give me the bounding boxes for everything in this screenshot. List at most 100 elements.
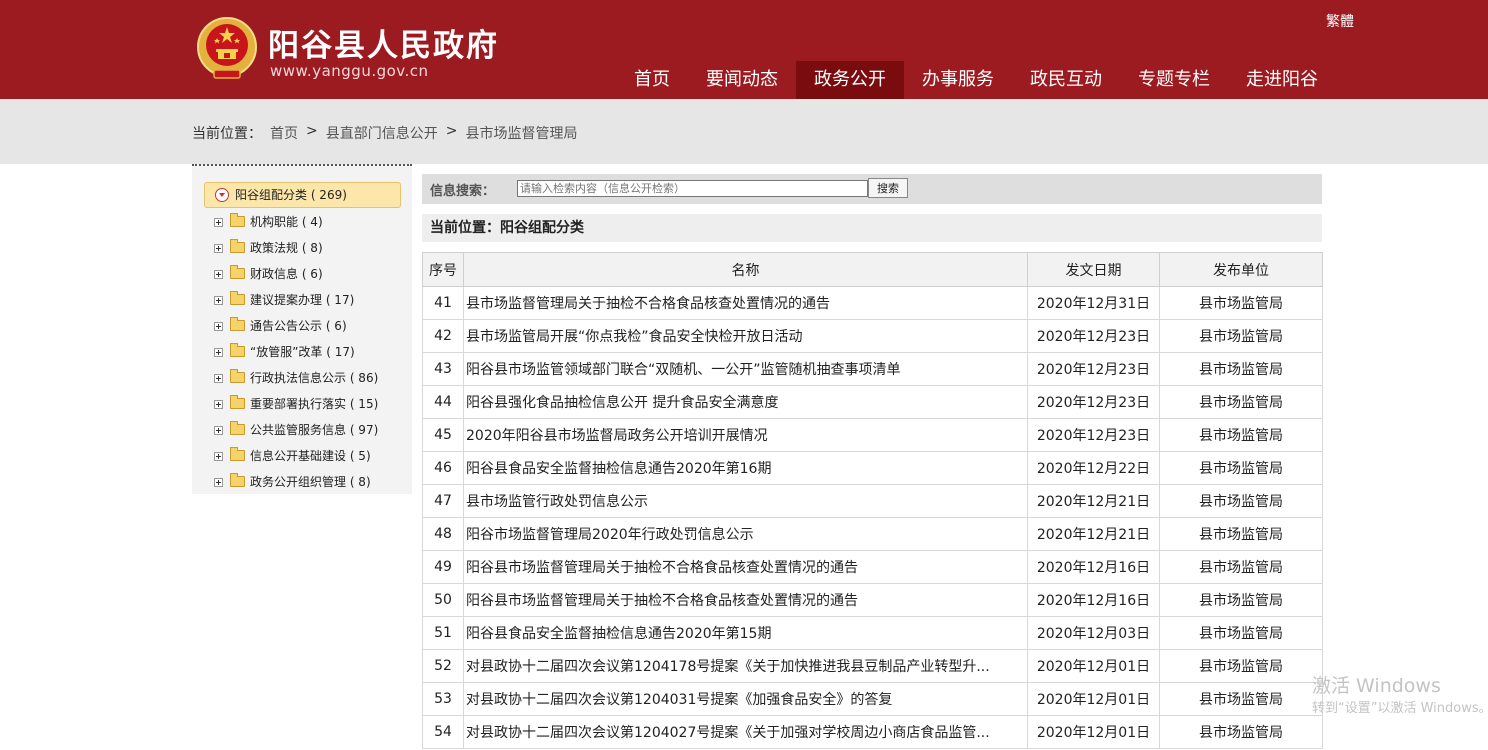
expand-plus-icon[interactable] — [214, 348, 223, 357]
nav-item-4[interactable]: 政民互动 — [1012, 61, 1120, 99]
row-unit: 县市场监管局 — [1199, 329, 1283, 345]
row-title-link[interactable]: 对县政协十二届四次会议第1204027号提案《关于加强对学校周边小商店食品监管.… — [466, 725, 990, 741]
breadcrumb: 当前位置： 首页 > 县直部门信息公开 > 县市场监督管理局 — [192, 123, 577, 143]
row-title-link[interactable]: 2020年阳谷县市场监督局政务公开培训开展情况 — [466, 428, 768, 444]
table-row: 42 县市场监管局开展“你点我检”食品安全快检开放日活动 2020年12月23日 县市… — [422, 319, 1323, 353]
collapse-arrow-icon[interactable] — [215, 188, 229, 202]
breadcrumb-current[interactable]: 县市场监督管理局 — [465, 123, 577, 143]
tree-item[interactable]: 信息公开基础建设 ( 5) — [212, 443, 378, 469]
tree-item[interactable]: 政策法规 ( 8) — [212, 235, 378, 261]
table-cell: 县市场监管局 — [1159, 385, 1323, 419]
tree-item[interactable]: 财政信息 ( 6) — [212, 261, 378, 287]
nav-item-6[interactable]: 走进阳谷 — [1228, 61, 1336, 99]
tree-item[interactable]: 机构职能 ( 4) — [212, 209, 378, 235]
breadcrumb-separator: > — [306, 123, 318, 139]
table-cell: 2020年12月22日 — [1027, 451, 1160, 485]
expand-plus-icon[interactable] — [214, 478, 223, 487]
tree-item[interactable]: 行政执法信息公示 ( 86) — [212, 365, 378, 391]
row-unit: 县市场监管局 — [1199, 428, 1283, 444]
row-title-link[interactable]: 县市场监督管理局关于抽检不合格食品核查处置情况的通告 — [466, 296, 830, 312]
nav-item-1[interactable]: 要闻动态 — [688, 61, 796, 99]
tree-item[interactable]: “放管服”改革 ( 17) — [212, 339, 378, 365]
table-cell: 54 — [422, 715, 464, 749]
expand-plus-icon[interactable] — [214, 296, 223, 305]
tree-item[interactable]: 政务公开组织管理 ( 8) — [212, 469, 378, 495]
row-index: 46 — [434, 460, 452, 476]
nav-item-0[interactable]: 首页 — [616, 61, 688, 99]
folder-icon — [230, 447, 245, 461]
tree-item[interactable]: 建议提案办理 ( 17) — [212, 287, 378, 313]
site-header: 阳谷县人民政府 www.yanggu.gov.cn 繁體 首页 要闻动态 政务公开办… — [0, 0, 1488, 99]
table-cell: 县市场监管局 — [1159, 616, 1323, 650]
tree-item-label: “放管服”改革 ( 17) — [250, 345, 355, 359]
row-title-link[interactable]: 阳谷县市场监督管理局关于抽检不合格食品核查处置情况的通告 — [466, 593, 858, 609]
row-title-link[interactable]: 阳谷县市场监管领域部门联合“双随机、一公开”监管随机抽查事项清单 — [466, 362, 901, 378]
expand-plus-icon[interactable] — [214, 452, 223, 461]
expand-plus-icon[interactable] — [214, 426, 223, 435]
row-date: 2020年12月21日 — [1036, 527, 1151, 543]
row-title-link[interactable]: 阳谷县市场监督管理局关于抽检不合格食品核查处置情况的通告 — [466, 560, 858, 576]
search-button[interactable]: 搜索 — [868, 178, 908, 198]
row-date: 2020年12月01日 — [1036, 725, 1151, 741]
search-input[interactable] — [517, 180, 868, 197]
row-date: 2020年12月31日 — [1036, 296, 1151, 312]
row-date: 2020年12月23日 — [1036, 329, 1151, 345]
windows-activation-hint: 转到“设置”以激活 Windows。 — [1312, 701, 1488, 716]
tree-item-label: 行政执法信息公示 ( 86) — [250, 371, 379, 385]
folder-icon — [230, 421, 245, 435]
breadcrumb-dept-info[interactable]: 县直部门信息公开 — [326, 123, 438, 143]
tree-root-item[interactable]: 阳谷组配分类 ( 269) — [204, 182, 401, 208]
row-unit: 县市场监管局 — [1199, 593, 1283, 609]
row-title-link[interactable]: 对县政协十二届四次会议第1204178号提案《关于加快推进我县豆制品产业转型升.… — [466, 659, 990, 675]
breadcrumb-home[interactable]: 首页 — [270, 123, 298, 143]
row-title-link[interactable]: 阳谷县食品安全监督抽检信息通告2020年第15期 — [466, 626, 771, 642]
table-cell: 2020年12月16日 — [1027, 550, 1160, 584]
table-cell: 41 — [422, 286, 464, 320]
row-index: 53 — [434, 691, 452, 707]
table-cell: 县市场监管局 — [1159, 451, 1323, 485]
row-date: 2020年12月23日 — [1036, 395, 1151, 411]
table-cell: 44 — [422, 385, 464, 419]
table-row: 43 阳谷县市场监管领域部门联合“双随机、一公开”监管随机抽查事项清单 2020年1… — [422, 352, 1323, 386]
row-title-link[interactable]: 阳谷县食品安全监督抽检信息通告2020年第16期 — [466, 461, 771, 477]
tree-item[interactable]: 公共监管服务信息 ( 97) — [212, 417, 378, 443]
expand-plus-icon[interactable] — [214, 322, 223, 331]
table-cell: 45 — [422, 418, 464, 452]
tree-item-label: 通告公告公示 ( 6) — [250, 319, 347, 333]
expand-plus-icon[interactable] — [214, 244, 223, 253]
nav-item-3[interactable]: 办事服务 — [904, 61, 1012, 99]
nav-item-5[interactable]: 专题专栏 — [1120, 61, 1228, 99]
breadcrumb-separator: > — [445, 123, 458, 139]
row-unit: 县市场监管局 — [1199, 626, 1283, 642]
row-unit: 县市场监管局 — [1199, 659, 1283, 675]
tree-item-label: 财政信息 ( 6) — [250, 267, 323, 281]
tree-item-label: 信息公开基础建设 ( 5) — [250, 449, 371, 463]
table-row: 46 阳谷县食品安全监督抽检信息通告2020年第16期 2020年12月22日 县市场… — [422, 451, 1323, 485]
row-index: 49 — [434, 559, 452, 575]
expand-plus-icon[interactable] — [214, 374, 223, 383]
row-title-link[interactable]: 对县政协十二届四次会议第1204031号提案《加强食品安全》的答复 — [466, 692, 892, 708]
expand-plus-icon[interactable] — [214, 400, 223, 409]
table-row: 41 县市场监督管理局关于抽检不合格食品核查处置情况的通告 2020年12月31日 县… — [422, 286, 1323, 320]
traditional-chinese-link[interactable]: 繁體 — [1326, 11, 1354, 31]
row-title-link[interactable]: 阳谷市场监督管理局2020年行政处罚信息公示 — [466, 527, 754, 543]
site-title[interactable]: 阳谷县人民政府 — [268, 20, 499, 65]
row-unit: 县市场监管局 — [1199, 527, 1283, 543]
table-cell: 阳谷市场监督管理局2020年行政处罚信息公示 — [463, 517, 1028, 551]
national-emblem-icon[interactable] — [196, 16, 258, 82]
table-cell: 2020年12月01日 — [1027, 715, 1160, 749]
table-cell: 2020年12月01日 — [1027, 682, 1160, 716]
nav-item-2[interactable]: 政务公开 — [796, 61, 904, 99]
row-date: 2020年12月16日 — [1036, 560, 1151, 576]
row-date: 2020年12月22日 — [1036, 461, 1151, 477]
expand-plus-icon[interactable] — [214, 218, 223, 227]
tree-item[interactable]: 通告公告公示 ( 6) — [212, 313, 378, 339]
row-title-link[interactable]: 阳谷县强化食品抽检信息公开 提升食品安全满意度 — [466, 395, 778, 411]
expand-plus-icon[interactable] — [214, 270, 223, 279]
table-cell: 47 — [422, 484, 464, 518]
row-title-link[interactable]: 县市场监管行政处罚信息公示 — [466, 494, 648, 510]
row-unit: 县市场监管局 — [1199, 362, 1283, 378]
row-index: 41 — [434, 295, 452, 311]
row-title-link[interactable]: 县市场监管局开展“你点我检”食品安全快检开放日活动 — [466, 329, 803, 345]
tree-item[interactable]: 重要部署执行落实 ( 15) — [212, 391, 378, 417]
